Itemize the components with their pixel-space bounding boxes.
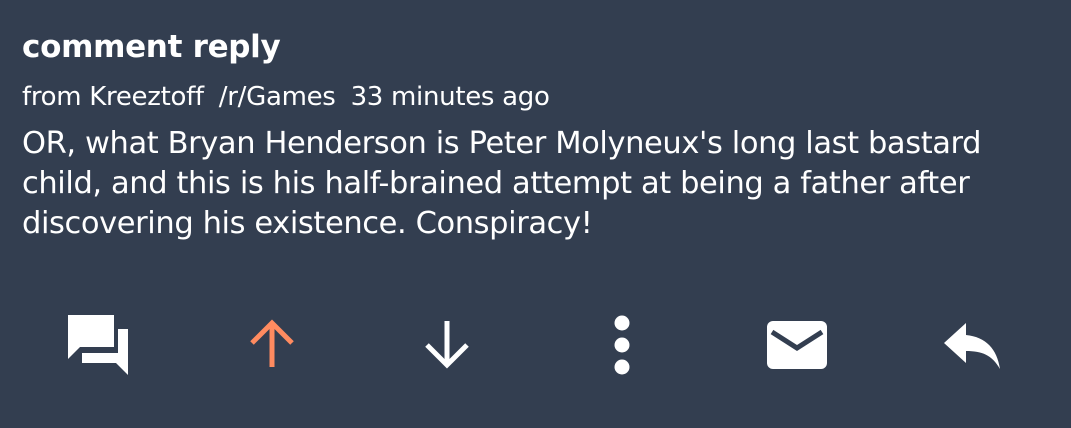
comments-button[interactable] bbox=[53, 300, 143, 390]
message-button[interactable] bbox=[752, 300, 842, 390]
timestamp: 33 minutes ago bbox=[350, 82, 550, 112]
reply-button[interactable] bbox=[927, 300, 1017, 390]
upvote-button[interactable] bbox=[227, 300, 317, 390]
more-vert-icon bbox=[614, 315, 630, 375]
notification-meta: from Kreeztoff/r/Games 33 minutes ago bbox=[22, 80, 550, 114]
more-options-button[interactable] bbox=[577, 300, 667, 390]
notification-title: comment reply bbox=[22, 29, 281, 65]
mail-icon bbox=[767, 321, 827, 369]
comment-body: OR, what Bryan Henderson is Peter Molyne… bbox=[22, 126, 982, 241]
downvote-button[interactable] bbox=[402, 300, 492, 390]
arrow-down-icon bbox=[425, 321, 469, 369]
comments-icon bbox=[68, 315, 128, 375]
sender-label: from Kreeztoff bbox=[22, 82, 204, 112]
action-bar bbox=[0, 300, 1071, 390]
reply-icon bbox=[944, 323, 1000, 369]
arrow-up-icon bbox=[250, 319, 294, 367]
subreddit-label: /r/Games bbox=[218, 82, 336, 112]
notification-card[interactable]: comment reply from Kreeztoff/r/Games 33 m… bbox=[0, 0, 1071, 428]
